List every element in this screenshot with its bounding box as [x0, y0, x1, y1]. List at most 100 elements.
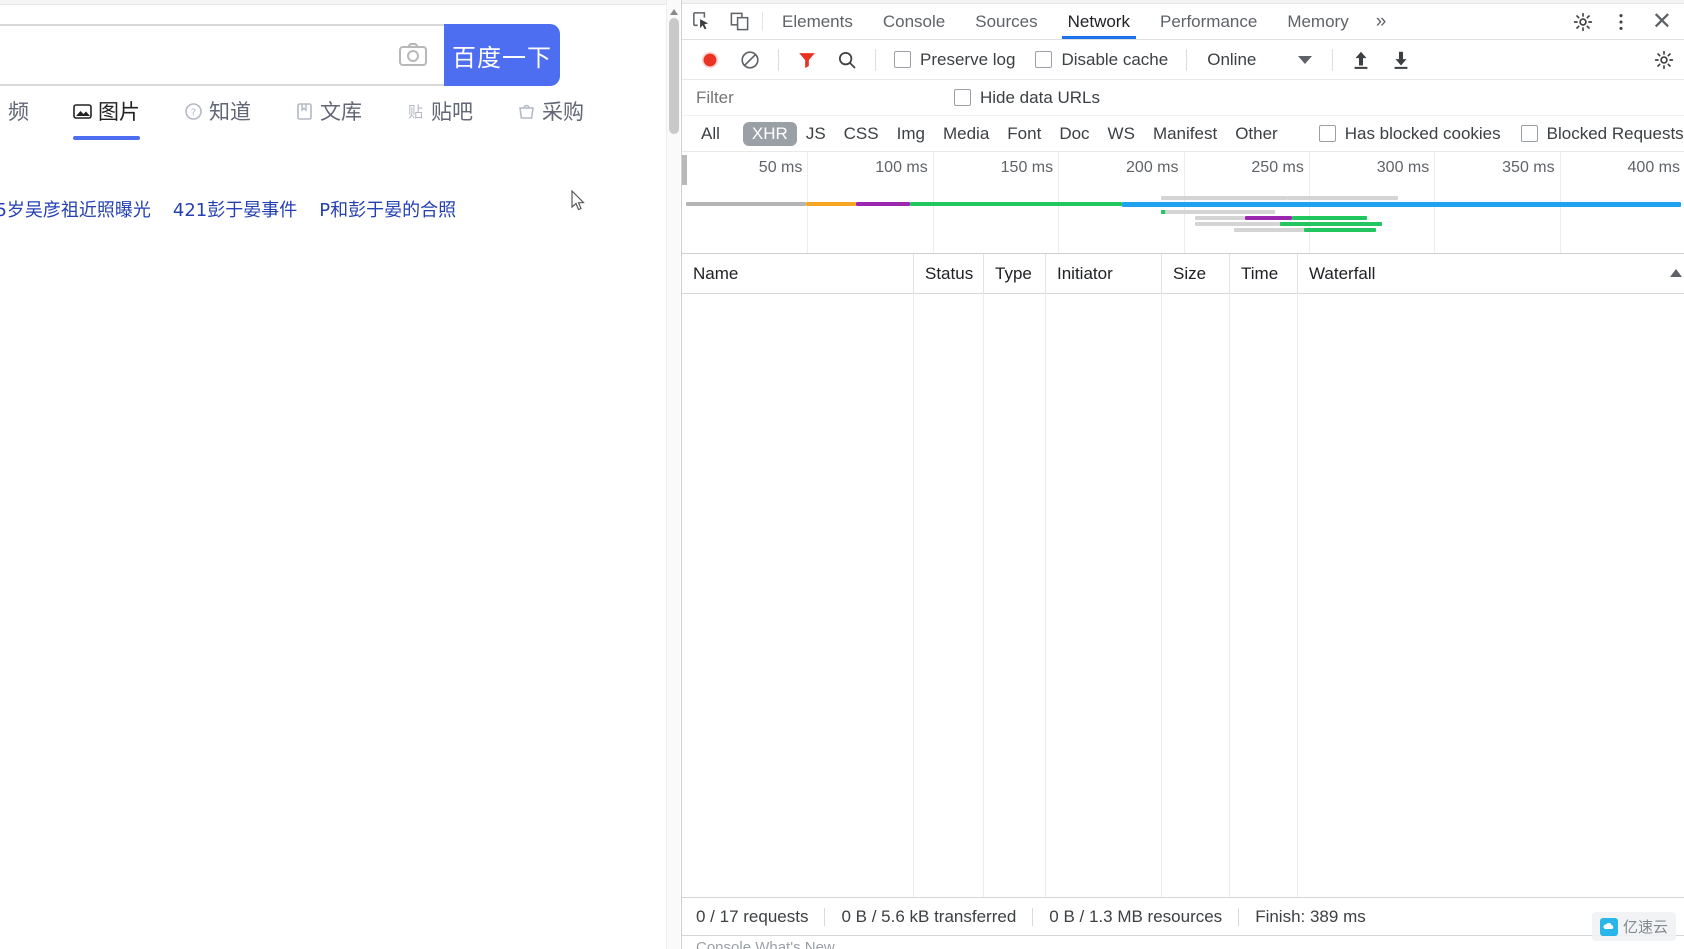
search-input[interactable]	[0, 24, 444, 86]
clear-no-entry-icon[interactable]	[730, 40, 770, 80]
kebab-menu-icon[interactable]	[1602, 12, 1640, 32]
scroll-up-arrow-icon[interactable]	[670, 9, 678, 15]
throttling-value: Online	[1207, 50, 1256, 70]
toggle-device-toolbar-icon[interactable]	[720, 4, 758, 39]
network-status-bar: 0 / 17 requests 0 B / 5.6 kB transferred…	[682, 897, 1684, 935]
checkbox-box[interactable]	[1035, 51, 1052, 68]
tieba-icon: 贴	[406, 102, 425, 121]
column-body-status	[914, 294, 984, 897]
nav-tab-zhidao[interactable]: ? 知道	[162, 96, 273, 140]
chip-xhr[interactable]: XHR	[743, 122, 797, 146]
tab-elements[interactable]: Elements	[767, 4, 868, 39]
hot-link-1[interactable]: 421彭于晏事件	[173, 196, 297, 222]
column-header-type[interactable]: Type	[984, 254, 1046, 294]
tab-network[interactable]: Network	[1053, 4, 1145, 39]
tab-label: Network	[1068, 12, 1130, 32]
page-top-divider	[0, 0, 680, 5]
gear-icon[interactable]	[1564, 12, 1602, 32]
funnel-filter-icon[interactable]	[787, 40, 827, 80]
throttling-dropdown[interactable]: Online	[1195, 50, 1324, 70]
checkbox-box[interactable]	[894, 51, 911, 68]
chip-other[interactable]: Other	[1226, 122, 1287, 146]
column-header-waterfall[interactable]: Waterfall	[1298, 254, 1684, 294]
import-har-up-arrow-icon[interactable]	[1341, 40, 1381, 80]
column-header-status[interactable]: Status	[914, 254, 984, 294]
chip-manifest[interactable]: Manifest	[1144, 122, 1226, 146]
chevron-double-right-icon[interactable]: »	[1364, 4, 1399, 39]
devtools-tabstrip-right: ✕	[1555, 4, 1684, 39]
overview-request-bar	[856, 202, 910, 206]
checkbox-box[interactable]	[1521, 125, 1538, 142]
overview-request-bar	[1161, 196, 1287, 200]
baidu-nav-tabs: 频 图片 ? 知道	[0, 96, 606, 140]
checkbox-box[interactable]	[1319, 125, 1336, 142]
overview-tick-label: 200 ms	[1126, 159, 1178, 177]
overview-tick-label: 150 ms	[1001, 159, 1053, 177]
column-header-name[interactable]: Name	[682, 254, 914, 294]
overview-request-bar	[806, 202, 856, 206]
baidu-search-button[interactable]: 百度一下	[444, 24, 560, 86]
checkbox-box[interactable]	[954, 89, 971, 106]
search-icon[interactable]	[827, 40, 867, 80]
disable-cache-checkbox[interactable]: Disable cache	[1025, 50, 1178, 70]
tab-console[interactable]: Console	[868, 4, 960, 39]
nav-tab-wenku[interactable]: 文库	[273, 96, 384, 140]
chip-ws[interactable]: WS	[1099, 122, 1144, 146]
chip-img[interactable]: Img	[888, 122, 934, 146]
book-icon	[295, 102, 314, 121]
hide-data-urls-checkbox[interactable]: Hide data URLs	[944, 88, 1110, 108]
preserve-log-checkbox[interactable]: Preserve log	[884, 50, 1025, 70]
record-red-circle-icon[interactable]	[690, 40, 730, 80]
chip-font[interactable]: Font	[998, 122, 1050, 146]
page-scrollbar[interactable]	[666, 0, 680, 949]
disable-cache-label: Disable cache	[1061, 50, 1168, 70]
devtools-drawer[interactable]: Console What's New	[682, 935, 1684, 949]
tab-label: Sources	[975, 12, 1037, 32]
table-body[interactable]	[682, 294, 1684, 897]
devtools-panel: Elements Console Sources Network Perform…	[681, 0, 1684, 949]
hot-link-0[interactable]: 45岁吴彦祖近照曝光	[0, 196, 151, 222]
tab-sources[interactable]: Sources	[960, 4, 1052, 39]
close-icon[interactable]: ✕	[1640, 10, 1684, 34]
column-header-size[interactable]: Size	[1162, 254, 1230, 294]
nav-tab-tieba[interactable]: 贴 贴吧	[384, 96, 495, 140]
overview-tick-label: 50 ms	[759, 159, 803, 177]
toolbar-divider	[762, 12, 763, 31]
overview-request-bar	[1287, 196, 1398, 200]
inspect-element-icon[interactable]	[682, 4, 720, 39]
question-icon: ?	[184, 102, 203, 121]
export-har-down-arrow-icon[interactable]	[1381, 40, 1421, 80]
tab-performance[interactable]: Performance	[1145, 4, 1272, 39]
status-finish: Finish: 389 ms	[1255, 907, 1382, 927]
column-header-initiator[interactable]: Initiator	[1046, 254, 1162, 294]
chip-all[interactable]: All	[692, 122, 729, 146]
status-divider	[1032, 908, 1033, 926]
table-header-row: NameStatusTypeInitiatorSizeTimeWaterfall	[682, 254, 1684, 294]
status-transferred: 0 B / 5.6 kB transferred	[841, 907, 1032, 927]
filter-input[interactable]	[690, 87, 930, 109]
overview-request-bar	[1304, 228, 1376, 232]
chip-js[interactable]: JS	[797, 122, 835, 146]
network-settings-gear-icon[interactable]	[1644, 40, 1684, 80]
blocked-requests-checkbox[interactable]: Blocked Requests	[1511, 124, 1684, 144]
nav-tab-caigou[interactable]: 采购	[495, 96, 606, 140]
network-overview-timeline[interactable]: 50 ms100 ms150 ms200 ms250 ms300 ms350 m…	[682, 152, 1684, 254]
chip-media[interactable]: Media	[934, 122, 998, 146]
column-header-time[interactable]: Time	[1230, 254, 1298, 294]
has-blocked-cookies-checkbox[interactable]: Has blocked cookies	[1309, 124, 1511, 144]
page-scrollbar-thumb[interactable]	[669, 18, 679, 134]
chip-css[interactable]: CSS	[835, 122, 888, 146]
hot-link-2[interactable]: P和彭于晏的合照	[319, 196, 456, 222]
tab-memory[interactable]: Memory	[1272, 4, 1363, 39]
nav-tab-image[interactable]: 图片	[51, 96, 162, 140]
baidu-search-row: 百度一下	[0, 24, 560, 86]
toolbar-divider	[1186, 49, 1187, 71]
chevron-down-icon[interactable]	[1298, 56, 1312, 64]
overview-request-bar	[1280, 222, 1382, 226]
nav-tab-video[interactable]: 频	[0, 96, 51, 140]
camera-search-icon[interactable]	[396, 41, 430, 69]
svg-text:贴: 贴	[408, 103, 423, 121]
chip-doc[interactable]: Doc	[1050, 122, 1098, 146]
blocked-requests-label: Blocked Requests	[1547, 124, 1684, 144]
has-blocked-cookies-label: Has blocked cookies	[1345, 124, 1501, 144]
